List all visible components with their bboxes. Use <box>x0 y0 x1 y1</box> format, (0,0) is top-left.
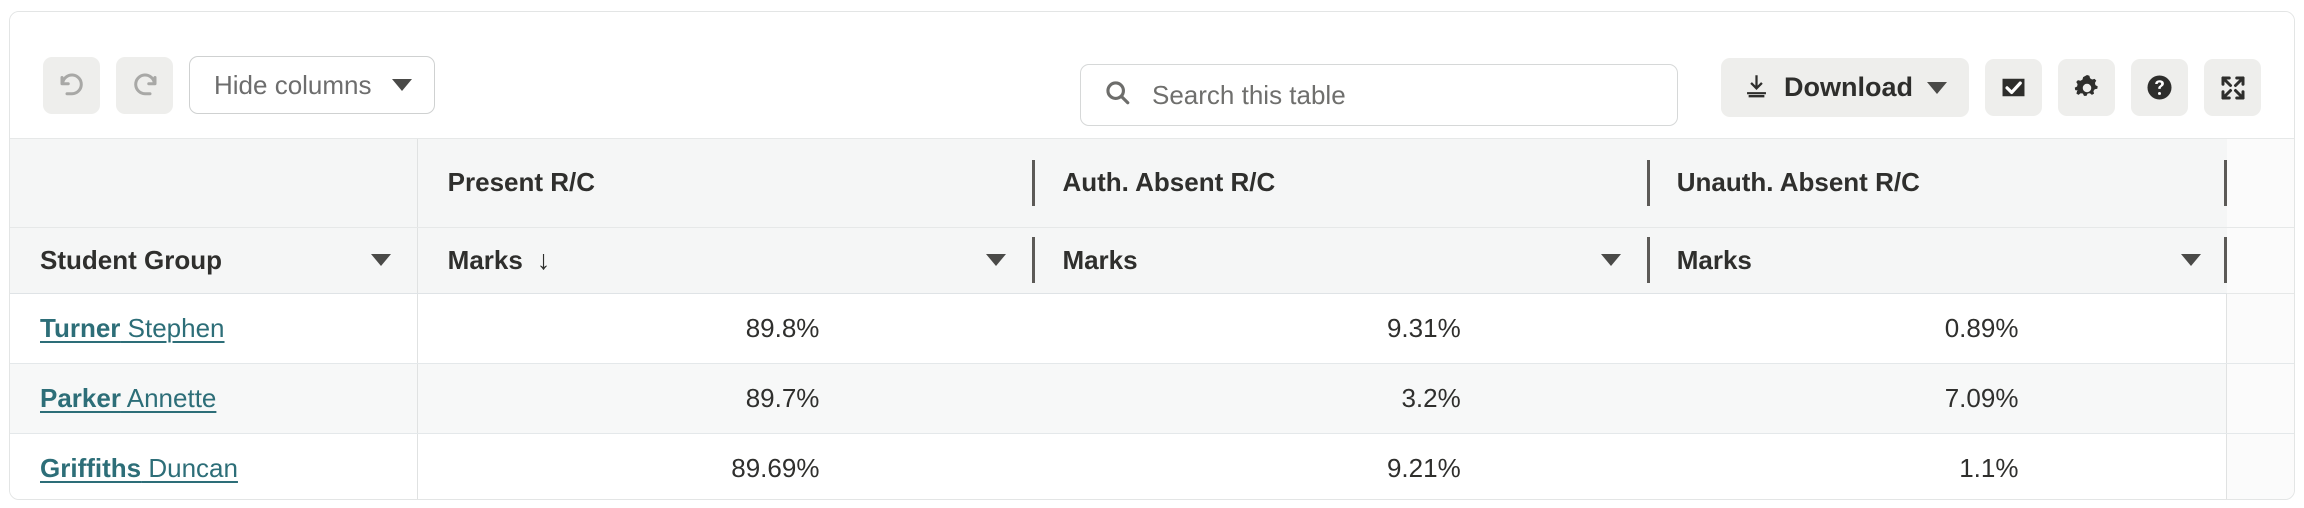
present-value: 89.69% <box>417 433 1033 499</box>
table-row: Griffiths Duncan 89.69% 9.21% 1.1% <box>10 433 2294 499</box>
sub-header-student-group[interactable]: Student Group <box>10 227 418 294</box>
sub-header-student-group-label: Student Group <box>40 244 222 275</box>
chevron-down-icon <box>1927 81 1947 94</box>
unauth-absent-value: 0.89% <box>1646 293 2227 364</box>
row-gutter <box>2226 433 2294 499</box>
row-gutter <box>2226 363 2294 434</box>
sort-descending-icon[interactable]: ↓ <box>537 245 551 276</box>
given-name: Annette <box>120 382 217 413</box>
undo-button[interactable] <box>43 56 100 114</box>
student-name-cell: Griffiths Duncan <box>10 433 418 499</box>
fullscreen-button[interactable] <box>2204 59 2261 116</box>
sub-header-row: Student Group Marks ↓ Marks Marks <box>10 227 2294 294</box>
question-circle-icon <box>2144 72 2175 103</box>
sub-header-auth-absent-marks[interactable]: Marks <box>1032 227 1647 294</box>
group-header-present[interactable]: Present R/C <box>417 139 1033 228</box>
chevron-down-icon[interactable] <box>1600 254 1621 266</box>
search-input[interactable] <box>1152 79 1655 111</box>
present-value: 89.8% <box>417 293 1033 364</box>
unauth-absent-value: 1.1% <box>1646 433 2227 499</box>
sub-header-unauth-absent-marks[interactable]: Marks <box>1646 227 2227 294</box>
group-header-unauth-absent-label: Unauth. Absent R/C <box>1676 167 1920 198</box>
column-resize-handle[interactable] <box>1032 159 1036 206</box>
sub-header-present-marks-label: Marks <box>447 244 523 275</box>
select-rows-button[interactable] <box>1985 59 2042 116</box>
sub-header-unauth-absent-marks-label: Marks <box>1676 244 1752 275</box>
chevron-down-icon[interactable] <box>370 254 391 266</box>
given-name: Stephen <box>120 312 225 343</box>
present-value: 89.7% <box>417 363 1033 434</box>
student-name-link[interactable]: Griffiths Duncan <box>40 453 238 484</box>
checkbox-checked-icon <box>1998 72 2029 103</box>
sub-header-auth-absent-marks-label: Marks <box>1062 244 1138 275</box>
auth-absent-value: 9.31% <box>1032 293 1647 364</box>
group-header-row: Present R/C Auth. Absent R/C Unauth. Abs… <box>10 139 2294 228</box>
student-name-link[interactable]: Parker Annette <box>40 383 216 414</box>
surname: Parker <box>40 382 121 413</box>
hide-columns-dropdown[interactable]: Hide columns <box>189 56 435 114</box>
table-toolbar: Hide columns Search this table Download <box>10 12 2294 139</box>
undo-arrow-icon <box>57 70 87 100</box>
settings-button[interactable] <box>2058 59 2115 116</box>
chevron-down-icon[interactable] <box>986 254 1007 266</box>
column-resize-handle[interactable] <box>1646 159 1650 206</box>
search-icon <box>1103 78 1132 112</box>
redo-arrow-icon <box>130 70 160 100</box>
table-row: Parker Annette 89.7% 3.2% 7.09% <box>10 363 2294 434</box>
help-button[interactable] <box>2131 59 2188 116</box>
toolbar-left-group: Hide columns <box>43 56 435 114</box>
attendance-table: Present R/C Auth. Absent R/C Unauth. Abs… <box>10 139 2294 499</box>
toolbar-right-group: Download <box>1721 58 2261 117</box>
sub-header-gutter <box>2226 227 2294 294</box>
table-row: Turner Stephen 89.8% 9.31% 0.89% <box>10 293 2294 364</box>
auth-absent-value: 9.21% <box>1032 433 1647 499</box>
student-name-cell: Turner Stephen <box>10 293 418 364</box>
surname: Griffiths <box>40 452 142 483</box>
column-resize-handle[interactable] <box>1032 237 1036 283</box>
download-button[interactable]: Download <box>1721 58 1969 117</box>
auth-absent-value: 3.2% <box>1032 363 1647 434</box>
gear-icon <box>2072 73 2102 103</box>
given-name: Duncan <box>141 452 238 483</box>
student-name-link[interactable]: Turner Stephen <box>40 313 225 344</box>
student-name-cell: Parker Annette <box>10 363 418 434</box>
column-resize-handle[interactable] <box>1646 237 1650 283</box>
hide-columns-label: Hide columns <box>214 69 372 100</box>
group-header-gutter <box>2226 139 2294 228</box>
group-header-auth-absent-label: Auth. Absent R/C <box>1062 167 1276 198</box>
search-container[interactable] <box>1080 64 1678 126</box>
group-header-auth-absent[interactable]: Auth. Absent R/C <box>1032 139 1647 228</box>
expand-arrows-icon <box>2218 73 2248 103</box>
group-header-present-label: Present R/C <box>447 167 596 198</box>
row-gutter <box>2226 293 2294 364</box>
download-label: Download <box>1784 72 1913 102</box>
sub-header-present-marks[interactable]: Marks ↓ <box>417 227 1033 294</box>
group-header-blank <box>10 139 418 228</box>
chevron-down-icon <box>391 79 412 91</box>
download-icon <box>1743 73 1770 103</box>
table-panel: Hide columns Search this table Download … <box>9 11 2295 500</box>
redo-button[interactable] <box>116 56 173 114</box>
surname: Turner <box>40 312 121 343</box>
group-header-unauth-absent[interactable]: Unauth. Absent R/C <box>1646 139 2227 228</box>
chevron-down-icon[interactable] <box>2180 254 2201 266</box>
unauth-absent-value: 7.09% <box>1646 363 2227 434</box>
table-body: Turner Stephen 89.8% 9.31% 0.89% Parker … <box>10 293 2294 499</box>
